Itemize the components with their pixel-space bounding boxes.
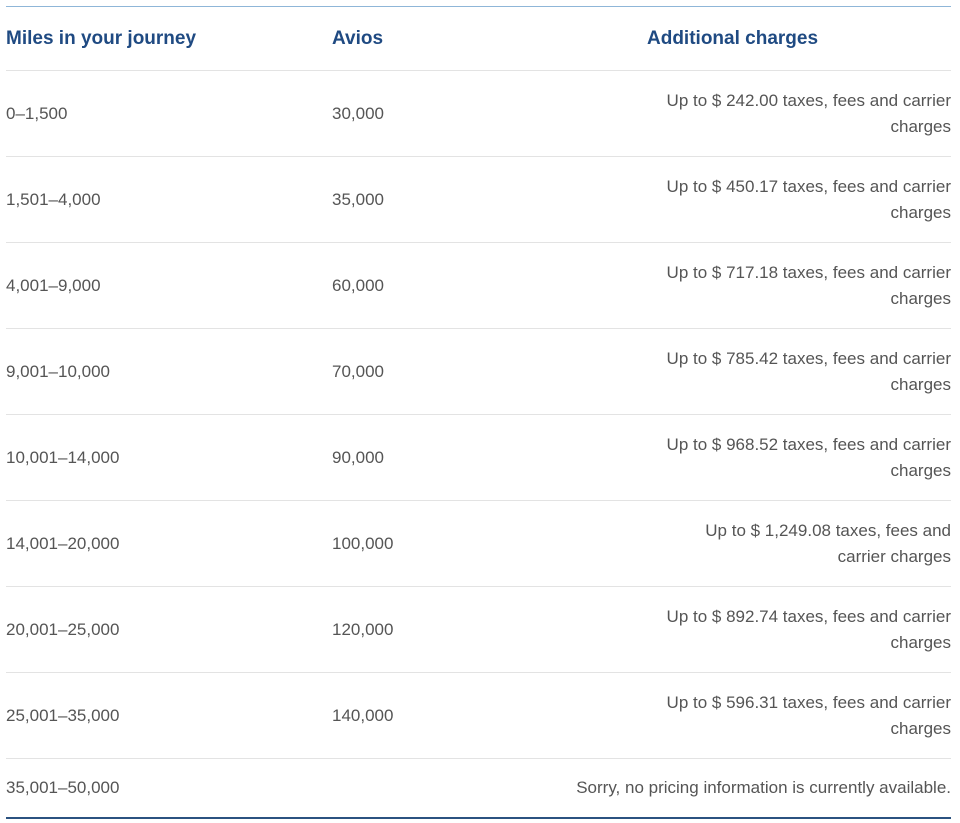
cell-avios: 140,000 [332,705,394,725]
cell-charges-unavailable: Sorry, no pricing information is current… [576,778,951,797]
table-row: 35,001–50,000 Sorry, no pricing informat… [6,759,951,817]
table-row: 0–1,500 30,000 Up to $ 242.00 taxes, fee… [6,71,951,157]
cell-charges: Up to $ 1,249.08 taxes, fees and carrier… [705,520,951,566]
cell-avios: 70,000 [332,361,384,381]
cell-miles: 25,001–35,000 [6,705,120,725]
cell-charges-wrap: Up to $ 242.00 taxes, fees and carrier c… [572,88,951,140]
cell-charges: Up to $ 717.18 taxes, fees and carrier c… [666,262,951,308]
header-additional-charges: Additional charges [647,27,819,49]
cell-charges-wrap: Up to $ 1,249.08 taxes, fees and carrier… [572,518,951,570]
table-bottom-rule [6,817,951,819]
cell-miles: 35,001–50,000 [6,778,120,797]
cell-avios: 35,000 [332,189,384,209]
cell-miles: 4,001–9,000 [6,275,101,295]
table-row: 9,001–10,000 70,000 Up to $ 785.42 taxes… [6,329,951,415]
cell-charges: Up to $ 785.42 taxes, fees and carrier c… [666,348,951,394]
cell-charges-wrap: Up to $ 968.52 taxes, fees and carrier c… [572,432,951,484]
header-miles: Miles in your journey [6,27,197,49]
cell-charges: Up to $ 968.52 taxes, fees and carrier c… [666,434,951,480]
table-row: 20,001–25,000 120,000 Up to $ 892.74 tax… [6,587,951,673]
table-row: 1,501–4,000 35,000 Up to $ 450.17 taxes,… [6,157,951,243]
cell-charges: Up to $ 596.31 taxes, fees and carrier c… [666,692,951,738]
table-row: 4,001–9,000 60,000 Up to $ 717.18 taxes,… [6,243,951,329]
cell-miles: 14,001–20,000 [6,533,120,553]
avios-pricing-table: Miles in your journey Avios Additional c… [6,6,951,819]
cell-charges: Up to $ 242.00 taxes, fees and carrier c… [666,90,951,136]
table-row: 14,001–20,000 100,000 Up to $ 1,249.08 t… [6,501,951,587]
cell-avios: 30,000 [332,103,384,123]
cell-avios: 120,000 [332,619,394,639]
cell-charges: Up to $ 892.74 taxes, fees and carrier c… [666,606,951,652]
cell-avios: 60,000 [332,275,384,295]
cell-miles: 1,501–4,000 [6,189,101,209]
cell-miles: 9,001–10,000 [6,361,110,381]
cell-charges-wrap: Up to $ 596.31 taxes, fees and carrier c… [572,690,951,742]
table-row: 25,001–35,000 140,000 Up to $ 596.31 tax… [6,673,951,759]
header-avios: Avios [332,27,384,49]
cell-avios: 100,000 [332,533,394,553]
cell-charges-wrap: Sorry, no pricing information is current… [546,775,951,801]
cell-miles: 10,001–14,000 [6,447,120,467]
cell-charges-wrap: Up to $ 717.18 taxes, fees and carrier c… [572,260,951,312]
cell-charges-wrap: Up to $ 892.74 taxes, fees and carrier c… [572,604,951,656]
cell-avios: 90,000 [332,447,384,467]
table-header-row: Miles in your journey Avios Additional c… [6,7,951,71]
table-row: 10,001–14,000 90,000 Up to $ 968.52 taxe… [6,415,951,501]
cell-charges-wrap: Up to $ 450.17 taxes, fees and carrier c… [572,174,951,226]
cell-miles: 20,001–25,000 [6,619,120,639]
cell-charges: Up to $ 450.17 taxes, fees and carrier c… [666,176,951,222]
cell-miles: 0–1,500 [6,103,68,123]
cell-charges-wrap: Up to $ 785.42 taxes, fees and carrier c… [572,346,951,398]
